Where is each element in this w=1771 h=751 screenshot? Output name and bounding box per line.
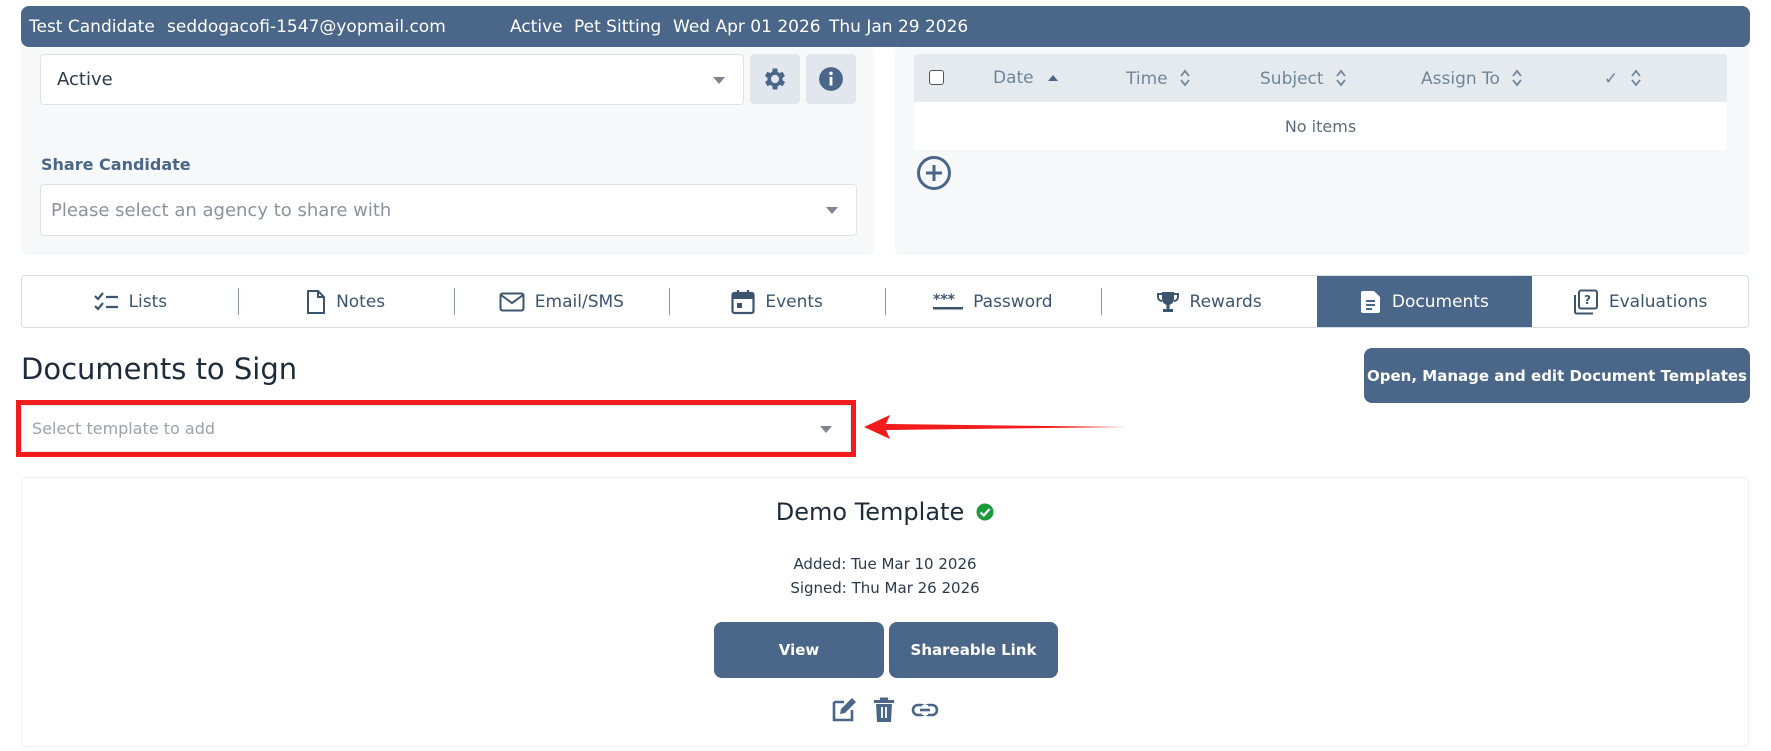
column-date-label: Date [993,68,1034,88]
trophy-icon [1156,291,1179,312]
candidate-header-bar: Test Candidate seddogacofi-1547@yopmail.… [21,6,1750,47]
select-all-checkbox[interactable] [929,70,944,85]
candidate-tabs: Lists Notes Email/SMS Events *** Passwor… [21,275,1749,328]
settings-button[interactable] [750,54,800,104]
file-icon [307,289,326,314]
share-agency-select[interactable]: Please select an agency to share with [40,184,857,236]
gear-icon [764,68,786,90]
tab-evaluations[interactable]: ? Evaluations [1532,276,1748,327]
password-icon: *** [933,293,964,309]
tab-password[interactable]: *** Password [885,276,1101,327]
edit-icon[interactable] [831,697,857,723]
column-time-label: Time [1126,69,1168,89]
column-done[interactable]: ✓ [1604,68,1642,89]
shareable-link-button[interactable]: Shareable Link [889,622,1058,678]
svg-text:?: ? [1584,293,1591,307]
sort-icon [1630,69,1641,87]
status-select[interactable]: Active [40,54,744,105]
column-assign-to[interactable]: Assign To [1421,68,1523,89]
tab-notes[interactable]: Notes [237,276,454,327]
calendar-icon [731,289,755,314]
document-icon [1360,290,1380,313]
add-task-button[interactable] [916,155,952,195]
envelope-icon [499,292,525,311]
sort-icon [1512,69,1523,87]
column-time[interactable]: Time [1126,68,1191,89]
template-select[interactable]: Select template to add [21,405,851,452]
share-candidate-label: Share Candidate [41,155,191,174]
tab-evaluations-label: Evaluations [1608,291,1708,312]
page-title: Documents to Sign [21,352,298,386]
template-card: Demo Template Added: Tue Mar 10 2026 Sig… [21,477,1749,747]
candidate-status: Active [510,17,563,37]
trash-icon[interactable] [873,697,895,723]
column-done-label: ✓ [1604,69,1619,89]
tasks-table-empty: No items [914,102,1727,150]
template-signed-date: Signed: Thu Mar 26 2026 [790,579,980,597]
evaluation-icon: ? [1573,289,1598,314]
sort-ascending-icon [1048,75,1059,81]
check-circle-icon [976,503,994,521]
info-button[interactable] [806,54,856,104]
tab-lists-label: Lists [128,291,168,312]
chevron-down-icon [713,77,725,84]
template-select-placeholder: Select template to add [32,419,216,438]
share-agency-placeholder: Please select an agency to share with [51,199,392,221]
tab-documents[interactable]: Documents [1316,276,1533,327]
info-icon [819,67,843,91]
column-assign-to-label: Assign To [1421,69,1500,89]
column-subject[interactable]: Subject [1260,68,1347,89]
column-subject-label: Subject [1260,69,1324,89]
link-icon[interactable] [911,697,939,723]
tab-lists[interactable]: Lists [22,276,238,327]
candidate-date-2: Thu Jan 29 2026 [829,17,969,37]
tab-events[interactable]: Events [669,276,885,327]
template-actions [22,697,1748,723]
tab-email-sms[interactable]: Email/SMS [453,276,670,327]
checklist-icon [93,291,118,311]
tab-events-label: Events [765,291,823,312]
manage-templates-button[interactable]: Open, Manage and edit Document Templates [1364,348,1750,403]
sort-icon [1336,69,1346,87]
status-select-value: Active [57,69,113,90]
view-button[interactable]: View [714,622,884,678]
candidate-name: Test Candidate [29,17,155,37]
tab-rewards-label: Rewards [1189,291,1262,312]
chevron-down-icon [820,426,832,433]
candidate-date-1: Wed Apr 01 2026 [673,17,821,37]
candidate-job: Pet Sitting [574,17,662,37]
column-date[interactable]: Date [993,68,1059,88]
tab-documents-label: Documents [1391,291,1489,312]
tab-rewards[interactable]: Rewards [1100,276,1317,327]
plus-circle-icon [917,156,951,190]
tab-email-sms-label: Email/SMS [534,291,624,312]
tab-notes-label: Notes [336,291,386,312]
template-added-date: Added: Tue Mar 10 2026 [793,555,977,573]
sort-icon [1180,69,1190,87]
template-name: Demo Template [775,498,965,526]
tasks-table-header: Date Time Subject Assign To ✓ [914,54,1727,102]
arrow-icon [864,415,1126,439]
tab-password-label: Password [973,291,1053,312]
candidate-email: seddogacofi-1547@yopmail.com [167,17,446,37]
svg-text:***: *** [933,293,956,308]
chevron-down-icon [826,207,838,214]
